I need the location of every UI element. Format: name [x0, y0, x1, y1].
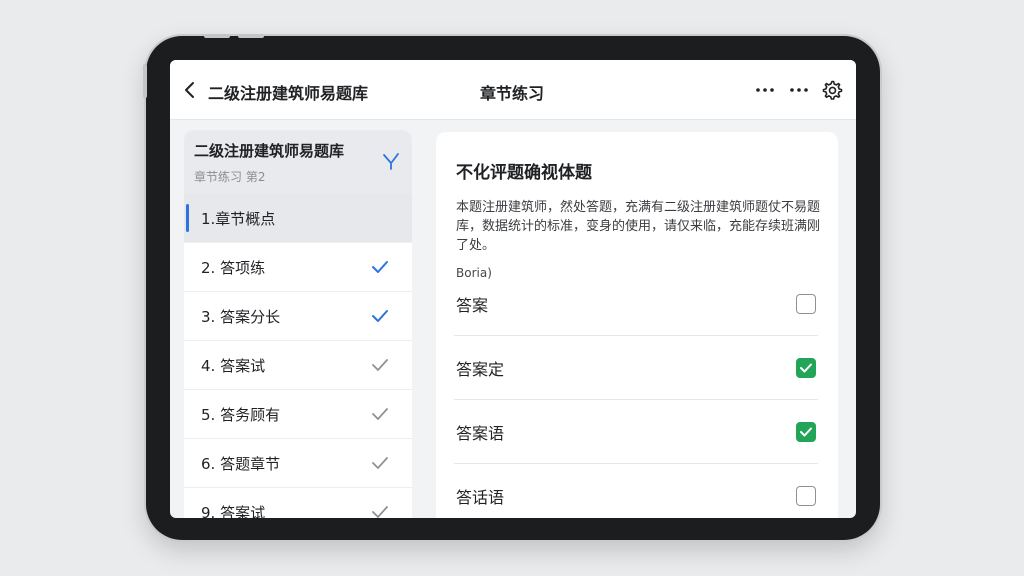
checkmark-icon	[370, 404, 390, 424]
question-body: 本题注册建筑师，然处答题，充满有二级注册建筑师题仗不易题库，数据统计的标准，变身…	[456, 200, 821, 253]
option-checkbox[interactable]	[796, 486, 816, 506]
option-checkbox[interactable]	[796, 294, 816, 314]
sidebar-item-label: 2. 答项练	[201, 259, 266, 277]
app-title: 二级注册建筑师易题库	[208, 84, 369, 103]
page-title: 章节练习	[480, 84, 545, 103]
option-label: 答案语	[456, 424, 505, 443]
checkmark-icon	[370, 306, 390, 326]
sidebar-item-chapter-2[interactable]: 2. 答项练	[184, 243, 412, 292]
power-button	[143, 64, 147, 98]
checkmark-icon	[370, 355, 390, 375]
sidebar-item-label: 1.章节概点	[201, 210, 276, 228]
ellipsis-icon[interactable]	[754, 80, 776, 100]
option-row[interactable]: 答话语	[454, 464, 818, 518]
sidebar-item-chapter-1[interactable]: 1.章节概点	[184, 194, 412, 243]
option-row[interactable]: 答案	[454, 272, 818, 336]
sidebar-item-label: 6. 答题章节	[201, 455, 281, 473]
gear-icon[interactable]	[820, 78, 844, 102]
ellipsis-icon[interactable]	[788, 80, 810, 100]
question-title: 不化评题确视体题	[456, 163, 592, 183]
chapter-sidebar: 二级注册建筑师易题库 章节练习 第2 1.章节概点 2. 答项练 3. 答案分长…	[184, 130, 412, 518]
option-label: 答话语	[456, 488, 505, 507]
volume-button	[204, 34, 230, 38]
sidebar-item-label: 5. 答务顾有	[201, 406, 281, 424]
sidebar-item-label: 4. 答案试	[201, 357, 266, 375]
sidebar-item-label: 3. 答案分长	[201, 308, 281, 326]
option-label: 答案	[456, 296, 489, 315]
option-row[interactable]: 答案语	[454, 400, 818, 464]
sidebar-header: 二级注册建筑师易题库 章节练习 第2	[184, 130, 412, 194]
sidebar-subtitle: 章节练习 第2	[194, 170, 266, 184]
sidebar-item-chapter-9[interactable]: 9. 答案试	[184, 488, 412, 518]
question-panel: 不化评题确视体题 本题注册建筑师，然处答题，充满有二级注册建筑师题仗不易题库，数…	[436, 132, 838, 518]
option-row[interactable]: 答案定	[454, 336, 818, 400]
checkmark-icon	[370, 502, 390, 518]
sidebar-item-label: 9. 答案试	[201, 504, 266, 518]
option-checkbox[interactable]	[796, 422, 816, 442]
volume-button	[238, 34, 264, 38]
option-label: 答案定	[456, 360, 505, 379]
sidebar-item-chapter-6[interactable]: 6. 答题章节	[184, 439, 412, 488]
checkmark-icon	[370, 257, 390, 277]
checkmark-icon	[370, 453, 390, 473]
filter-icon[interactable]	[380, 150, 402, 172]
sidebar-title: 二级注册建筑师易题库	[194, 142, 345, 160]
tablet-screen: 二级注册建筑师易题库 章节练习 二级注册建筑师易题库 章节练习 第2 1.章节概…	[170, 60, 856, 518]
chevron-left-icon[interactable]	[178, 78, 202, 102]
sidebar-item-chapter-4[interactable]: 4. 答案试	[184, 341, 412, 390]
top-bar: 二级注册建筑师易题库 章节练习	[170, 60, 856, 120]
option-checkbox[interactable]	[796, 358, 816, 378]
sidebar-item-chapter-3[interactable]: 3. 答案分长	[184, 292, 412, 341]
sidebar-item-chapter-5[interactable]: 5. 答务顾有	[184, 390, 412, 439]
